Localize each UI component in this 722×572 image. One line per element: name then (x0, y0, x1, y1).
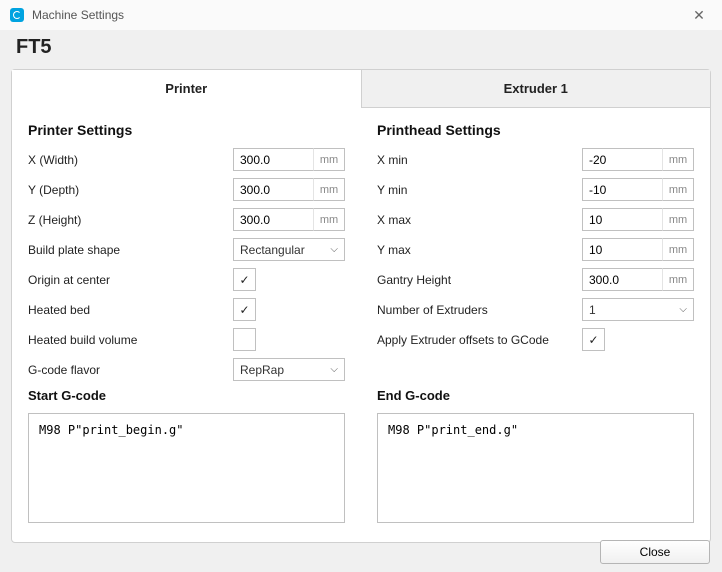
end-gcode-section: End G-code (377, 388, 694, 526)
row-y-depth: Y (Depth) mm (28, 178, 345, 201)
select-extruder-count-value: 1 (589, 303, 596, 317)
tab-content: Printer Settings X (Width) mm Y (Depth) … (12, 108, 710, 542)
checkbox-origin-center[interactable]: ✓ (233, 268, 256, 291)
unit-y-max: mm (662, 238, 694, 261)
row-heated-volume: Heated build volume (28, 328, 345, 351)
chevron-down-icon: ⌵ (330, 244, 338, 255)
label-z-height: Z (Height) (28, 213, 233, 227)
app-icon (10, 8, 24, 22)
row-z-height: Z (Height) mm (28, 208, 345, 231)
tab-printer[interactable]: Printer (12, 70, 361, 108)
row-y-min: Y min mm (377, 178, 694, 201)
start-gcode-section: Start G-code (28, 388, 345, 526)
machine-name-heading: FT5 (16, 36, 706, 59)
input-y-min[interactable] (582, 178, 662, 201)
end-gcode-heading: End G-code (377, 388, 694, 403)
select-build-plate-shape[interactable]: Rectangular ⌵ (233, 238, 345, 261)
label-heated-bed: Heated bed (28, 303, 233, 317)
checkbox-heated-volume[interactable] (233, 328, 256, 351)
label-origin-center: Origin at center (28, 273, 233, 287)
label-y-min: Y min (377, 183, 582, 197)
titlebar: Machine Settings ✕ (0, 0, 722, 30)
input-y-depth[interactable] (233, 178, 313, 201)
checkbox-apply-offsets[interactable]: ✓ (582, 328, 605, 351)
unit-gantry-height: mm (662, 268, 694, 291)
start-gcode-heading: Start G-code (28, 388, 345, 403)
input-z-height[interactable] (233, 208, 313, 231)
printhead-settings-heading: Printhead Settings (377, 122, 694, 138)
tab-bar: Printer Extruder 1 (12, 70, 710, 108)
row-extruder-count: Number of Extruders 1 ⌵ (377, 298, 694, 321)
row-gcode-flavor: G-code flavor RepRap ⌵ (28, 358, 345, 381)
window-close-button[interactable]: ✕ (676, 0, 722, 30)
row-x-width: X (Width) mm (28, 148, 345, 171)
input-y-max[interactable] (582, 238, 662, 261)
select-extruder-count[interactable]: 1 ⌵ (582, 298, 694, 321)
unit-z-height: mm (313, 208, 345, 231)
row-y-max: Y max mm (377, 238, 694, 261)
printhead-settings-column: Printhead Settings X min mm Y min mm X m… (361, 122, 710, 542)
printer-settings-column: Printer Settings X (Width) mm Y (Depth) … (12, 122, 361, 542)
label-heated-volume: Heated build volume (28, 333, 233, 347)
label-gcode-flavor: G-code flavor (28, 363, 233, 377)
label-x-width: X (Width) (28, 153, 233, 167)
row-build-plate-shape: Build plate shape Rectangular ⌵ (28, 238, 345, 261)
input-x-min[interactable] (582, 148, 662, 171)
unit-x-width: mm (313, 148, 345, 171)
subheader: FT5 (0, 30, 722, 69)
row-x-max: X max mm (377, 208, 694, 231)
row-apply-offsets: Apply Extruder offsets to GCode ✓ (377, 328, 694, 351)
label-extruder-count: Number of Extruders (377, 303, 582, 317)
select-gcode-flavor-value: RepRap (240, 363, 284, 377)
select-gcode-flavor[interactable]: RepRap ⌵ (233, 358, 345, 381)
chevron-down-icon: ⌵ (679, 304, 687, 315)
row-heated-bed: Heated bed ✓ (28, 298, 345, 321)
unit-x-min: mm (662, 148, 694, 171)
row-x-min: X min mm (377, 148, 694, 171)
label-apply-offsets: Apply Extruder offsets to GCode (377, 333, 582, 347)
unit-y-depth: mm (313, 178, 345, 201)
close-button[interactable]: Close (600, 540, 710, 564)
label-y-depth: Y (Depth) (28, 183, 233, 197)
chevron-down-icon: ⌵ (330, 364, 338, 375)
input-gantry-height[interactable] (582, 268, 662, 291)
row-origin-center: Origin at center ✓ (28, 268, 345, 291)
unit-y-min: mm (662, 178, 694, 201)
input-x-max[interactable] (582, 208, 662, 231)
row-gantry-height: Gantry Height mm (377, 268, 694, 291)
label-x-max: X max (377, 213, 582, 227)
dialog-footer: Close (0, 532, 722, 572)
label-y-max: Y max (377, 243, 582, 257)
tab-extruder-1[interactable]: Extruder 1 (361, 70, 711, 108)
printer-settings-heading: Printer Settings (28, 122, 345, 138)
unit-x-max: mm (662, 208, 694, 231)
input-x-width[interactable] (233, 148, 313, 171)
checkbox-heated-bed[interactable]: ✓ (233, 298, 256, 321)
label-gantry-height: Gantry Height (377, 273, 582, 287)
end-gcode-input[interactable] (377, 413, 694, 523)
label-build-plate-shape: Build plate shape (28, 243, 233, 257)
start-gcode-input[interactable] (28, 413, 345, 523)
tabs-container: Printer Extruder 1 Printer Settings X (W… (11, 69, 711, 543)
select-build-plate-shape-value: Rectangular (240, 243, 305, 257)
titlebar-title: Machine Settings (32, 8, 124, 22)
label-x-min: X min (377, 153, 582, 167)
